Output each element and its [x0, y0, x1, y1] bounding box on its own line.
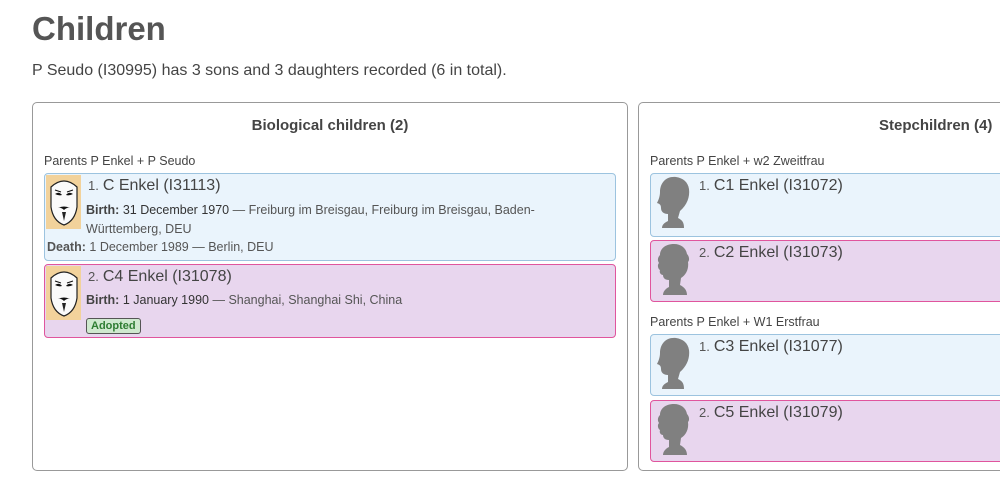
stepchildren-panel: Stepchildren (4) Parents P Enkel + w2 Zw…: [638, 102, 1000, 471]
child-name-link[interactable]: C5 Enkel (I31079): [714, 404, 843, 421]
death-fact: Death: 1 December 1989 — Berlin, DEU: [47, 240, 274, 254]
child-name-line[interactable]: 1. C3 Enkel (I31077): [699, 338, 843, 356]
birth-place: — Freiburg im Breisgau, Freiburg im Brei…: [229, 203, 535, 217]
birth-fact: Birth: 1 January 1990 — Shanghai, Shangh…: [86, 291, 402, 310]
child-photo[interactable]: [46, 266, 81, 320]
birth-place-continued: Württemberg, DEU: [86, 222, 192, 236]
parents-label: Parents P Enkel + w2 Zweitfrau: [650, 154, 825, 168]
child-name-link[interactable]: C2 Enkel (I31073): [714, 244, 843, 261]
child-name-line[interactable]: 2. C4 Enkel (I31078): [88, 268, 232, 286]
child-index: 1.: [88, 178, 99, 193]
child-card[interactable]: 2. C4 Enkel (I31078) Birth: 1 January 199…: [44, 264, 616, 338]
birth-fact: Birth: 31 December 1970 — Freiburg im Br…: [86, 201, 535, 239]
child-index: 1.: [699, 339, 710, 354]
child-card[interactable]: 1. C Enkel (I31113) Birth: 31 December 19…: [44, 173, 616, 261]
child-name-line[interactable]: 2. C2 Enkel (I31073): [699, 244, 843, 262]
child-index: 1.: [699, 178, 710, 193]
anonymous-mask-icon: [49, 180, 78, 226]
female-silhouette-icon[interactable]: [654, 402, 694, 456]
birth-label: Birth:: [86, 203, 120, 217]
child-card[interactable]: 2. C5 Enkel (I31079): [650, 400, 1000, 462]
female-silhouette-icon[interactable]: [654, 242, 694, 296]
child-name-link[interactable]: C Enkel (I31113): [103, 177, 221, 194]
biological-children-panel: Biological children (2) Parents P Enkel …: [32, 102, 628, 471]
child-index: 2.: [699, 245, 710, 260]
birth-date: 1 January 1990: [122, 293, 209, 307]
panel-title-biological: Biological children (2): [251, 117, 409, 134]
child-name-link[interactable]: C4 Enkel (I31078): [103, 268, 232, 285]
child-name-line[interactable]: 1. C1 Enkel (I31072): [699, 177, 843, 195]
parents-label: Parents P Enkel + W1 Erstfrau: [650, 315, 820, 329]
parents-label: Parents P Enkel + P Seudo: [44, 154, 196, 168]
child-card[interactable]: 2. C2 Enkel (I31073): [650, 240, 1000, 302]
birth-label: Birth:: [86, 293, 120, 307]
child-name-line[interactable]: 2. C5 Enkel (I31079): [699, 404, 843, 422]
death-date: 1 December 1989: [89, 240, 189, 254]
death-label: Death:: [47, 240, 86, 254]
child-index: 2.: [88, 269, 99, 284]
death-place: — Berlin, DEU: [188, 240, 274, 254]
adopted-badge: Adopted: [86, 318, 141, 334]
child-photo[interactable]: [46, 175, 81, 229]
child-name-link[interactable]: C3 Enkel (I31077): [714, 338, 843, 355]
page-title: Children: [32, 10, 166, 47]
child-index: 2.: [699, 405, 710, 420]
birth-place: — Shanghai, Shanghai Shi, China: [209, 293, 403, 307]
family-summary: P Seudo (I30995) has 3 sons and 3 daught…: [32, 62, 507, 79]
anonymous-mask-icon: [49, 271, 78, 317]
male-silhouette-icon[interactable]: [654, 175, 694, 229]
child-name-line[interactable]: 1. C Enkel (I31113): [88, 177, 221, 195]
child-card[interactable]: 1. C1 Enkel (I31072): [650, 173, 1000, 237]
panel-title-stepchildren: Stepchildren (4): [879, 117, 993, 134]
male-silhouette-icon[interactable]: [654, 336, 694, 390]
child-card[interactable]: 1. C3 Enkel (I31077): [650, 334, 1000, 396]
birth-date: 31 December 1970: [122, 203, 230, 217]
child-name-link[interactable]: C1 Enkel (I31072): [714, 177, 843, 194]
